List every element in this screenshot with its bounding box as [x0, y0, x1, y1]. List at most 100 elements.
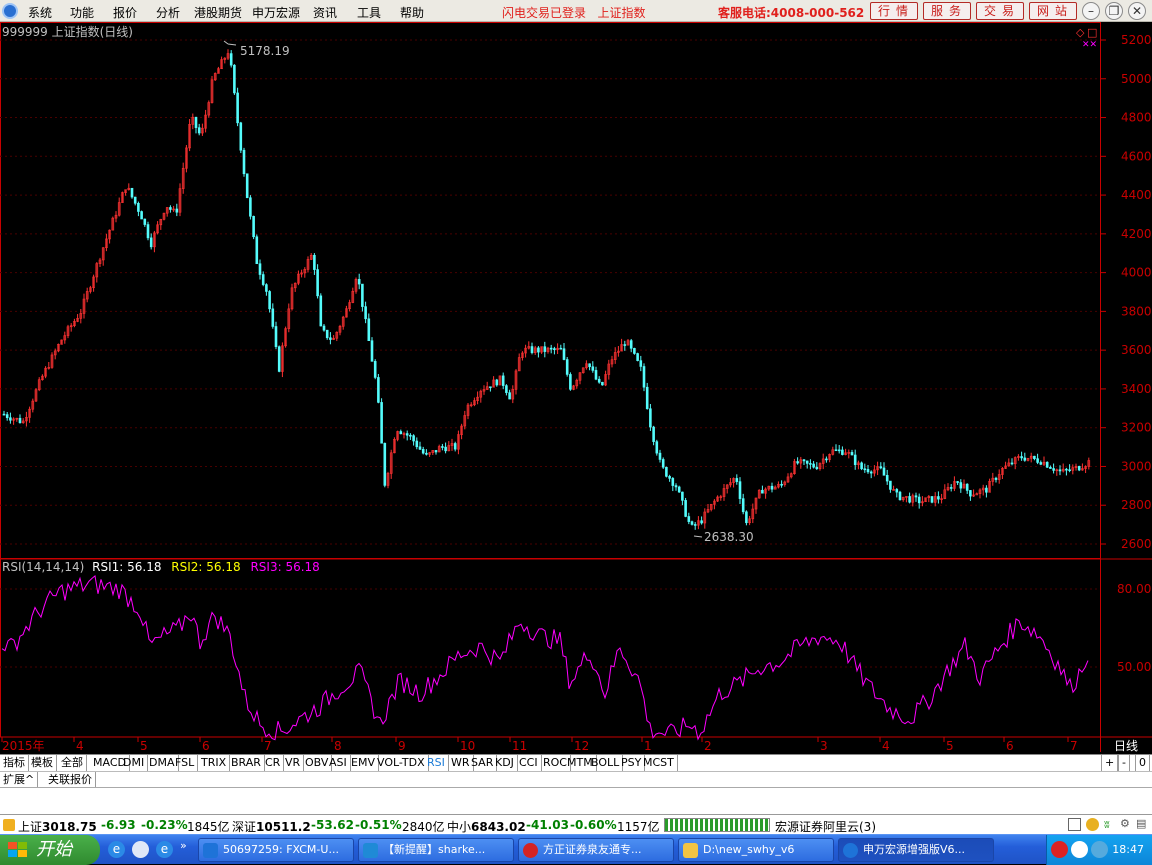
sh-index[interactable]: 上证3018.75	[18, 818, 97, 835]
candle-body	[1039, 462, 1043, 465]
server-name[interactable]: 宏源证券阿里云(3)	[775, 818, 876, 835]
menu-quote[interactable]: 报价	[113, 4, 137, 21]
indicator-tab-全部[interactable]: 全部	[58, 755, 87, 772]
candle-body	[745, 511, 748, 524]
restore-icon[interactable]: ❐	[1105, 2, 1123, 20]
indicator-tab-模板[interactable]: 模板	[28, 755, 57, 772]
ie-browser-icon[interactable]: e	[156, 841, 173, 858]
price-tick-label: 4800	[1121, 111, 1152, 125]
menu-swhy[interactable]: 申万宏源	[252, 4, 300, 21]
candle-body	[687, 516, 691, 522]
candle-body	[668, 476, 671, 479]
candle-body	[834, 449, 838, 452]
menu-function[interactable]: 功能	[70, 4, 94, 21]
indicator-tab-kdj[interactable]: KDJ	[492, 755, 518, 772]
trade-button[interactable]: 交易	[976, 2, 1024, 20]
candle-body	[489, 386, 492, 389]
candle-body	[994, 477, 998, 480]
menu-analysis[interactable]: 分析	[156, 4, 180, 21]
task-swhy[interactable]: 申万宏源增强版V6...	[838, 838, 994, 862]
shield-icon[interactable]	[1091, 841, 1108, 858]
candle-body	[261, 274, 265, 285]
lock-icon[interactable]: ▤	[1136, 817, 1146, 830]
high-marker	[223, 40, 237, 46]
candle-body	[370, 340, 374, 362]
indicator-tab-指标[interactable]: 指标	[0, 755, 29, 772]
candle-body	[658, 452, 662, 460]
start-button[interactable]: 开始	[0, 835, 100, 865]
task-founder[interactable]: 方正证券泉友通专...	[518, 838, 674, 862]
window-icon[interactable]	[1068, 818, 1081, 831]
task-fxcm[interactable]: 50697259: FXCM-U...	[198, 838, 354, 862]
period-label[interactable]: 日线	[1114, 739, 1138, 753]
candle-body	[965, 483, 969, 491]
flag-icon[interactable]	[1051, 841, 1068, 858]
candle-body	[146, 224, 150, 239]
candle-body	[866, 469, 870, 473]
kline-chart-area[interactable]: 5200 5000 4800 4600 4400 4200 4000 3800 3600 3400…	[0, 22, 1152, 754]
indicator-tab-vol-tdx[interactable]: VOL-TDX	[374, 755, 429, 772]
indicator-tab-vr[interactable]: VR	[282, 755, 305, 772]
website-button[interactable]: 网站	[1029, 2, 1077, 20]
menu-help[interactable]: 帮助	[400, 4, 424, 21]
menu-hk-futures[interactable]: 港股期货	[194, 4, 242, 21]
indicator-tab-fsl[interactable]: FSL	[172, 755, 199, 772]
candle-body	[1020, 456, 1023, 459]
quotes-button[interactable]: 行情	[870, 2, 918, 20]
smile-icon[interactable]	[1086, 818, 1099, 831]
candle-body	[1049, 466, 1052, 469]
candle-body	[453, 443, 457, 450]
candle-body	[677, 486, 681, 493]
candle-body	[652, 426, 655, 442]
indicator-tab-brar[interactable]: BRAR	[228, 755, 265, 772]
status-icon	[3, 819, 15, 831]
reset-button[interactable]: 0	[1135, 755, 1150, 772]
candle-body	[889, 480, 892, 490]
task-folder[interactable]: D:\new_swhy_v6	[678, 838, 834, 862]
candle-body	[175, 208, 179, 213]
indicator-tab-dmi[interactable]: DMI	[120, 755, 149, 772]
network-icon[interactable]	[1071, 841, 1088, 858]
candle-body	[597, 378, 601, 383]
quicklaunch-icon[interactable]	[132, 841, 149, 858]
candle-body	[633, 348, 636, 354]
rsi-line	[1, 574, 1089, 741]
candlestick-series[interactable]	[2, 49, 1091, 530]
candle-body	[636, 353, 639, 361]
clock[interactable]: 18:47	[1112, 843, 1144, 856]
related-quotes-tab[interactable]: 关联报价	[45, 772, 96, 788]
ie-icon[interactable]: e	[108, 841, 125, 858]
candle-body	[690, 521, 694, 525]
window-toggle-icon[interactable]: □	[1087, 26, 1097, 39]
menu-system[interactable]: 系统	[28, 4, 52, 21]
month-label: 6	[202, 739, 210, 753]
candle-body	[1052, 468, 1055, 471]
candle-body	[265, 284, 268, 292]
month-label: 5	[140, 739, 148, 753]
candle-body	[322, 325, 326, 331]
indicator-tab-trix[interactable]: TRIX	[198, 755, 231, 772]
menu-tools[interactable]: 工具	[357, 4, 381, 21]
chevron-right-icon[interactable]: »	[180, 839, 187, 852]
candle-body	[741, 498, 745, 513]
indicator-tab-cr[interactable]: CR	[262, 755, 285, 772]
expand-tab[interactable]: 扩展^	[0, 772, 39, 788]
minimize-icon[interactable]: –	[1082, 2, 1100, 20]
menu-news[interactable]: 资讯	[313, 4, 337, 21]
rsi-header: RSI(14,14,14) RSI1: 56.18 RSI2: 56.18 RS…	[2, 560, 320, 574]
sz-index[interactable]: 深证10511.2	[232, 818, 311, 835]
service-button[interactable]: 服务	[923, 2, 971, 20]
indicator-tab-mcst[interactable]: MCST	[640, 755, 678, 772]
app-icon	[203, 843, 218, 858]
kline-chart[interactable]: 5200 5000 4800 4600 4400 4200 4000 3800 3600 3400…	[0, 22, 1152, 754]
task-sharke[interactable]: 【新提醒】sharke...	[358, 838, 514, 862]
indicator-tab-rsi[interactable]: RSI	[424, 755, 449, 772]
sme-index[interactable]: 中小6843.02	[447, 818, 526, 835]
diamond-icon[interactable]: ◇	[1076, 26, 1085, 39]
gear-icon[interactable]: ⚙	[1120, 817, 1130, 830]
price-panel-frame	[0, 22, 1101, 559]
zoom-in-button[interactable]: +	[1101, 755, 1119, 772]
zoom-out-button[interactable]: -	[1118, 755, 1130, 772]
close-icon[interactable]: ✕	[1128, 2, 1146, 20]
indicator-tab-cci[interactable]: CCI	[516, 755, 542, 772]
